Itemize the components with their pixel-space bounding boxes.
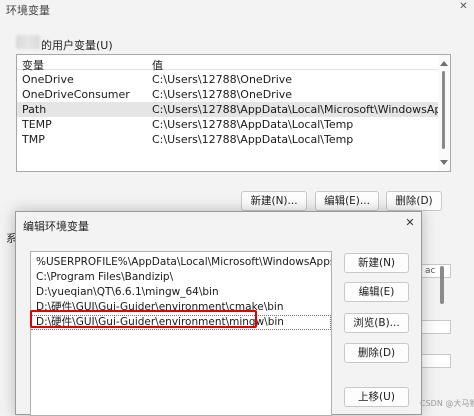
row-value: C:\Users\12788\OneDrive xyxy=(152,73,293,86)
list-item xyxy=(421,320,451,334)
highlight-annotation xyxy=(30,310,257,328)
edit-button[interactable]: 编辑(E)... xyxy=(315,191,379,211)
row-value: C:\Users\12788\AppData\Local\Temp xyxy=(152,133,354,146)
row-value: C:\Users\12788\AppData\Local\Microsoft\W… xyxy=(152,103,438,116)
path-entries-list[interactable]: %USERPROFILE%\AppData\Local\Microsoft\Wi… xyxy=(30,251,332,416)
list-item[interactable]: C:\Program Files\Bandizip\ xyxy=(31,270,331,285)
vertical-scrollbar[interactable] xyxy=(438,55,450,171)
browse-button[interactable]: 浏览(B)... xyxy=(344,313,409,333)
close-icon[interactable]: ✕ xyxy=(401,215,419,231)
row-name: TMP xyxy=(22,133,45,146)
table-row[interactable]: OneDriveConsumer C:\Users\12788\OneDrive xyxy=(17,87,438,102)
blurred-username xyxy=(16,35,40,49)
delete-button[interactable]: 删除(D) xyxy=(344,343,409,363)
row-name: OneDrive xyxy=(22,73,74,86)
system-variables-list-edge: ac xyxy=(421,258,456,398)
delete-button[interactable]: 删除(D) xyxy=(386,191,442,211)
user-variables-label: 的用户变量(U) xyxy=(41,39,113,52)
scrollbar-thumb[interactable] xyxy=(440,266,444,304)
new-button[interactable]: 新建(N) xyxy=(344,253,409,273)
column-header-value[interactable]: 值 xyxy=(152,57,438,73)
list-item[interactable]: %USERPROFILE%\AppData\Local\Microsoft\Wi… xyxy=(31,255,331,270)
list-item: ac xyxy=(421,264,451,278)
row-name: TEMP xyxy=(22,118,52,131)
move-up-button[interactable]: 上移(U) xyxy=(344,387,409,407)
user-variables-list[interactable]: 变量 值 OneDrive C:\Users\12788\OneDrive On… xyxy=(16,54,451,172)
list-header: 变量 值 xyxy=(17,55,438,73)
table-row[interactable]: TMP C:\Users\12788\AppData\Local\Temp xyxy=(17,132,438,147)
table-row[interactable]: OneDrive C:\Users\12788\OneDrive xyxy=(17,72,438,87)
scroll-up-icon[interactable] xyxy=(440,61,448,66)
row-value: C:\Users\12788\AppData\Local\Temp xyxy=(152,118,354,131)
column-header-variable[interactable]: 变量 xyxy=(22,57,147,73)
table-row[interactable]: TEMP C:\Users\12788\AppData\Local\Temp xyxy=(17,117,438,132)
list-item[interactable]: D:\yueqian\QT\6.6.1\mingw_64\bin xyxy=(31,285,331,300)
row-value: C:\Users\12788\OneDrive xyxy=(152,88,293,101)
scrollbar-thumb[interactable] xyxy=(442,71,445,149)
dialog-title: 编辑环境变量 xyxy=(23,220,89,233)
watermark: CSDN @大马猴 xyxy=(420,399,474,408)
table-row-selected[interactable]: Path C:\Users\12788\AppData\Local\Micros… xyxy=(17,102,438,117)
new-button[interactable]: 新建(N)... xyxy=(241,191,307,211)
close-icon[interactable]: ✕ xyxy=(453,0,474,14)
edit-button[interactable]: 编辑(E) xyxy=(344,282,409,302)
list-item xyxy=(421,354,451,368)
row-name: Path xyxy=(22,103,47,116)
window-title: 环境变量 xyxy=(6,4,50,17)
row-name: OneDriveConsumer xyxy=(22,88,130,101)
scroll-down-icon[interactable] xyxy=(440,160,448,165)
